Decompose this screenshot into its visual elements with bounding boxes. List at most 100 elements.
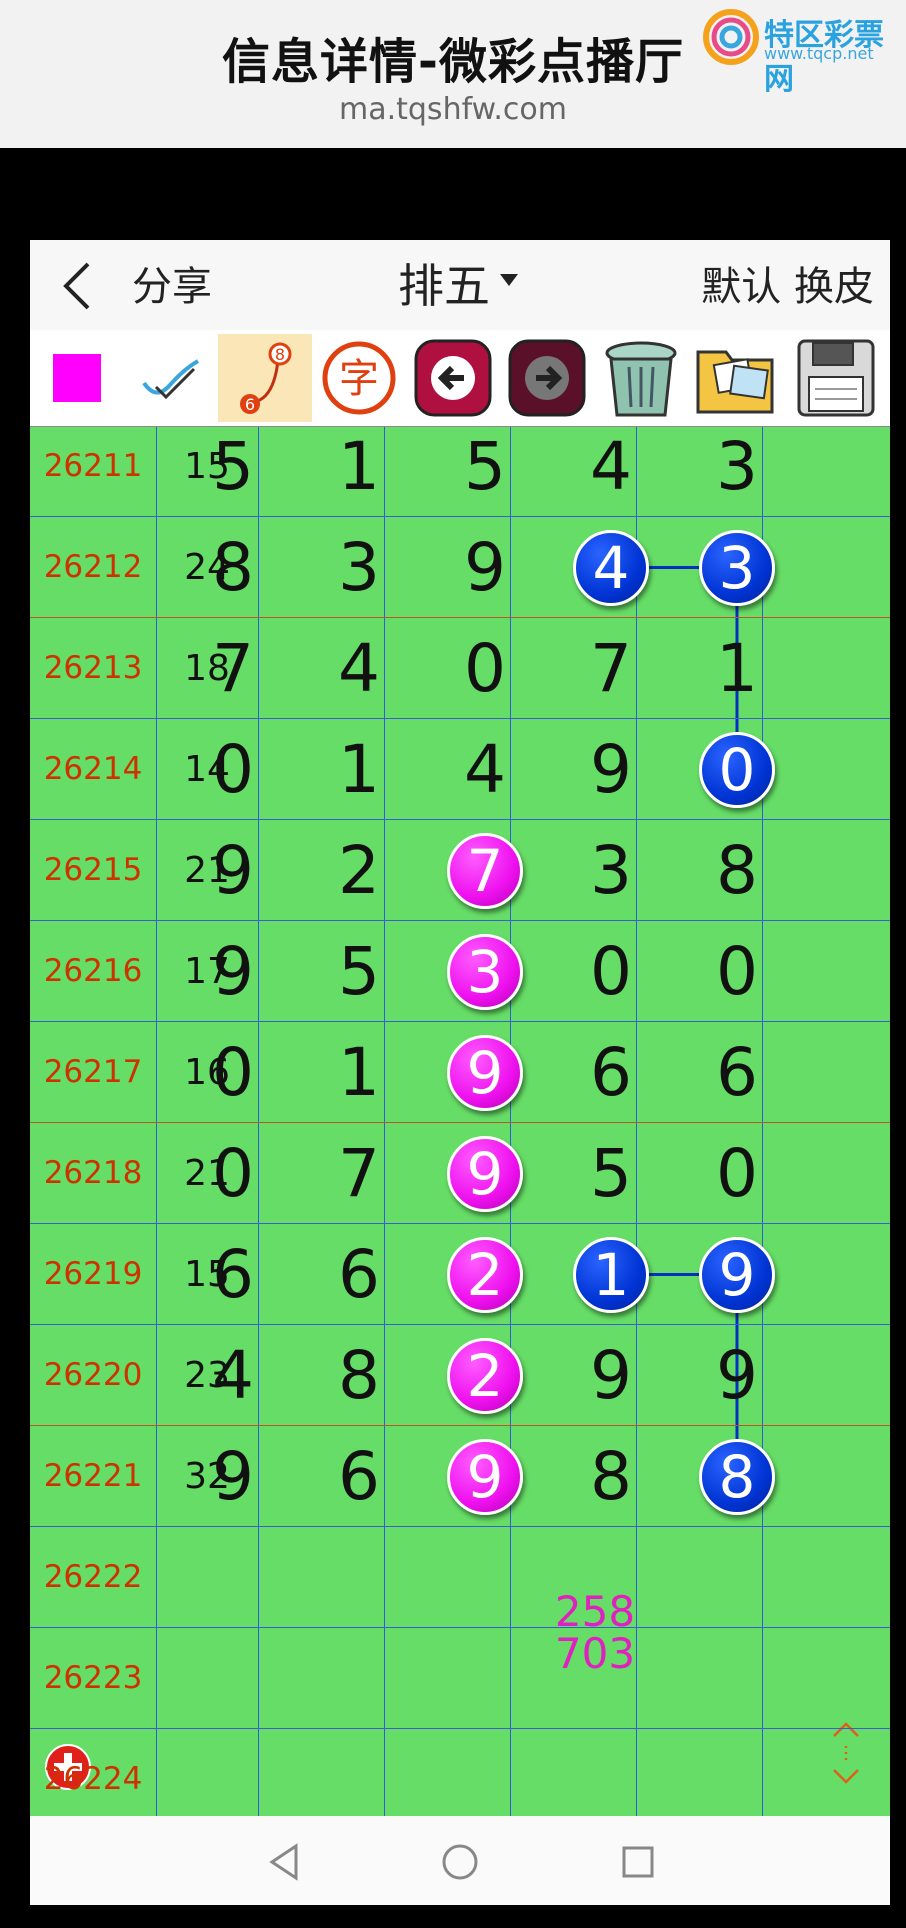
share-button[interactable]: 分享 — [132, 254, 212, 312]
highlighted-digit-ball[interactable]: 4 — [573, 529, 649, 606]
digit-cell[interactable]: 4 — [170, 1325, 296, 1426]
digit-cell[interactable]: 5 — [170, 426, 296, 517]
save-icon[interactable] — [782, 334, 890, 422]
highlighted-digit-ball[interactable]: 3 — [699, 529, 775, 606]
digit-cell[interactable]: 6 — [170, 1224, 296, 1325]
lottery-selector[interactable]: 排五 — [398, 250, 490, 316]
digit-cell[interactable]: 4 — [422, 719, 548, 820]
skin-button[interactable]: 默认 换皮 — [701, 254, 874, 312]
photos-icon[interactable] — [688, 334, 782, 422]
digit-cell[interactable]: 1 — [674, 618, 800, 719]
digit-cell[interactable]: 0 — [422, 618, 548, 719]
highlighted-digit-ball[interactable]: 2 — [447, 1337, 523, 1414]
digit-cell[interactable] — [422, 1527, 548, 1628]
digit-cell[interactable]: 3 — [296, 517, 422, 618]
digit-cell[interactable]: 1 — [296, 426, 422, 517]
digit-cell[interactable]: 9 — [170, 921, 296, 1022]
digit-cell[interactable] — [422, 1628, 548, 1729]
highlighted-digit-ball[interactable]: 9 — [447, 1135, 523, 1212]
link-icon[interactable]: 8 6 — [218, 334, 312, 422]
digit-cell[interactable]: 0 — [170, 1123, 296, 1224]
digit-cell[interactable] — [548, 1729, 674, 1816]
digit-cell[interactable] — [170, 1729, 296, 1816]
highlighted-digit-ball[interactable]: 7 — [447, 832, 523, 909]
issue-number: 26213 — [43, 650, 143, 686]
digit-cell[interactable]: 6 — [548, 1022, 674, 1123]
digit-cell[interactable]: 1 — [296, 719, 422, 820]
digit-cell[interactable] — [674, 1729, 800, 1816]
digit-cell[interactable]: 7 — [548, 618, 674, 719]
digit-cell[interactable]: 9 — [548, 719, 674, 820]
system-back-icon[interactable] — [258, 1834, 314, 1890]
digit-cell[interactable] — [548, 1527, 674, 1628]
digit-cell[interactable]: 6 — [296, 1224, 422, 1325]
digit-cell[interactable]: 7 — [170, 618, 296, 719]
digit-cell[interactable]: 9 — [674, 1325, 800, 1426]
digit-cell[interactable]: 5 — [548, 1123, 674, 1224]
issue-number: 26222 — [43, 1559, 143, 1595]
digit-cell[interactable]: 9 — [548, 1325, 674, 1426]
highlighted-digit-ball[interactable]: 3 — [447, 933, 523, 1010]
digit-cell[interactable] — [170, 1628, 296, 1729]
grid-line-horizontal — [30, 426, 890, 427]
digit-cell[interactable]: 3 — [674, 426, 800, 517]
digit-cell[interactable]: 6 — [296, 1426, 422, 1527]
issue-number: 26223 — [43, 1660, 143, 1696]
next-icon[interactable] — [500, 334, 594, 422]
highlighted-digit-ball[interactable]: 9 — [447, 1438, 523, 1515]
digit-cell[interactable]: 6 — [674, 1022, 800, 1123]
digit-cell[interactable]: 8 — [170, 517, 296, 618]
digit-cell[interactable]: 0 — [170, 1022, 296, 1123]
digit-cell[interactable] — [170, 1527, 296, 1628]
color-swatch — [53, 354, 101, 402]
digit-cell[interactable]: 4 — [296, 618, 422, 719]
page-header: 信息详情-微彩点播厅 ma.tqshfw.com 特区彩票网 www.tqcp.… — [0, 0, 906, 148]
digit-cell[interactable]: 0 — [548, 921, 674, 1022]
digit-cell[interactable]: 8 — [296, 1325, 422, 1426]
char-icon[interactable]: 字 — [312, 334, 406, 422]
digit-cell[interactable]: 3 — [548, 820, 674, 921]
highlighted-digit-ball[interactable]: 8 — [699, 1438, 775, 1515]
prev-icon[interactable] — [406, 334, 500, 422]
digit-cell[interactable]: 9 — [170, 820, 296, 921]
caret-down-icon[interactable] — [500, 274, 518, 286]
svg-text:8: 8 — [275, 345, 285, 364]
table-row: 26213 18 7 4 0 7 1 — [30, 618, 890, 719]
digit-cell[interactable] — [296, 1729, 422, 1816]
digit-cell[interactable]: 1 — [296, 1022, 422, 1123]
digit-cell[interactable]: 8 — [548, 1426, 674, 1527]
digit-cell[interactable]: 8 — [674, 820, 800, 921]
digit-cell[interactable]: 2 — [296, 820, 422, 921]
digit-cell[interactable]: 5 — [296, 921, 422, 1022]
highlighted-digit-ball[interactable]: 0 — [699, 731, 775, 808]
system-home-icon[interactable] — [432, 1834, 488, 1890]
digit-cell[interactable]: 7 — [296, 1123, 422, 1224]
digit-cell[interactable]: 0 — [170, 719, 296, 820]
issue-number: 26224 — [43, 1761, 143, 1797]
navbar: 分享 排五 默认 换皮 — [30, 240, 890, 330]
highlighted-digit-ball[interactable]: 2 — [447, 1236, 523, 1313]
table-row: 26218 21 0 7 9 5 0 — [30, 1123, 890, 1224]
digit-cell[interactable] — [674, 1628, 800, 1729]
toolbar: 8 6 字 — [30, 330, 890, 426]
check-pen-icon[interactable] — [124, 334, 218, 422]
highlighted-digit-ball[interactable]: 1 — [573, 1236, 649, 1313]
digit-cell[interactable] — [422, 1729, 548, 1816]
digit-cell[interactable] — [548, 1628, 674, 1729]
system-recents-icon[interactable] — [610, 1834, 666, 1890]
back-icon[interactable] — [58, 258, 98, 314]
digit-cell[interactable]: 9 — [170, 1426, 296, 1527]
color-swatch-button[interactable] — [30, 334, 124, 422]
digit-cell[interactable]: 5 — [422, 426, 548, 517]
highlighted-digit-ball[interactable]: 9 — [447, 1034, 523, 1111]
digit-cell[interactable] — [674, 1527, 800, 1628]
digit-cell[interactable]: 0 — [674, 1123, 800, 1224]
digit-cell[interactable] — [296, 1628, 422, 1729]
digit-cell[interactable] — [296, 1527, 422, 1628]
trash-icon[interactable] — [594, 334, 688, 422]
digit-cell[interactable]: 9 — [422, 517, 548, 618]
digit-cell[interactable]: 0 — [674, 921, 800, 1022]
digit-cell[interactable]: 4 — [548, 426, 674, 517]
highlighted-digit-ball[interactable]: 9 — [699, 1236, 775, 1313]
svg-text:6: 6 — [245, 395, 255, 414]
